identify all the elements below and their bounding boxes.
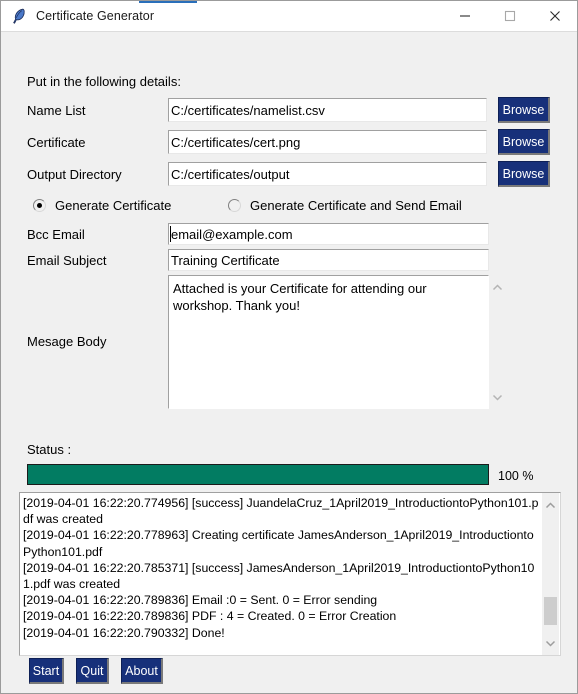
window-controls xyxy=(442,1,577,31)
text-cursor xyxy=(170,226,171,242)
radio-label-generate-certificate: Generate Certificate xyxy=(55,198,172,213)
message-body-scrollbar[interactable] xyxy=(489,275,506,409)
output-directory-label: Output Directory xyxy=(27,167,122,182)
progress-bar xyxy=(27,464,489,485)
radio-generate-certificate[interactable]: Generate Certificate xyxy=(33,198,171,213)
radio-label-generate-and-email: Generate Certificate and Send Email xyxy=(250,198,462,213)
radio-indicator-generate-and-email xyxy=(228,199,241,212)
form-heading: Put in the following details: xyxy=(27,74,181,89)
browse-name-list-button[interactable]: Browse xyxy=(498,97,550,123)
quit-button[interactable]: Quit xyxy=(76,658,109,684)
window-title: Certificate Generator xyxy=(36,9,155,23)
scroll-up-icon[interactable] xyxy=(492,278,503,296)
status-label: Status : xyxy=(27,442,72,457)
browse-certificate-button[interactable]: Browse xyxy=(498,129,550,155)
title-bar: Certificate Generator xyxy=(1,1,577,32)
progress-bar-fill xyxy=(28,465,488,484)
scroll-down-icon[interactable] xyxy=(492,388,503,406)
window-tab-indicator xyxy=(139,1,197,3)
email-subject-label: Email Subject xyxy=(27,253,107,268)
radio-indicator-generate-certificate xyxy=(33,199,46,212)
message-body-text: Attached is your Certificate for attendi… xyxy=(173,281,431,313)
client-area: Put in the following details: Name List … xyxy=(1,32,577,693)
email-subject-input[interactable] xyxy=(168,249,489,271)
name-list-input[interactable] xyxy=(168,98,487,122)
maximize-icon[interactable] xyxy=(487,1,532,31)
certificate-generator-window: Certificate Generator Put in the followi… xyxy=(0,0,578,694)
progress-percent-label: 100 % xyxy=(498,469,534,483)
message-body-label: Mesage Body xyxy=(27,334,107,349)
start-button[interactable]: Start xyxy=(29,658,64,684)
log-output[interactable]: [2019-04-01 16:22:20.774956] [success] J… xyxy=(19,492,561,656)
output-directory-input[interactable] xyxy=(168,162,487,186)
about-button[interactable]: About xyxy=(121,658,163,684)
bottom-button-bar: Start Quit About xyxy=(1,641,577,693)
certificate-input[interactable] xyxy=(168,130,487,154)
close-icon[interactable] xyxy=(532,1,577,31)
browse-output-directory-button[interactable]: Browse xyxy=(498,161,550,187)
log-scrollbar[interactable] xyxy=(542,493,559,655)
certificate-label: Certificate xyxy=(27,135,86,150)
feather-icon xyxy=(10,7,28,25)
message-body-textarea[interactable]: Attached is your Certificate for attendi… xyxy=(168,275,489,409)
name-list-label: Name List xyxy=(27,103,86,118)
radio-generate-certificate-and-send-email[interactable]: Generate Certificate and Send Email xyxy=(228,198,462,213)
bcc-email-label: Bcc Email xyxy=(27,227,85,242)
log-scroll-up-icon[interactable] xyxy=(545,496,556,514)
bcc-email-input[interactable] xyxy=(168,223,489,245)
minimize-icon[interactable] xyxy=(442,1,487,31)
log-scrollbar-thumb[interactable] xyxy=(544,597,557,625)
log-text: [2019-04-01 16:22:20.774956] [success] J… xyxy=(23,496,539,640)
